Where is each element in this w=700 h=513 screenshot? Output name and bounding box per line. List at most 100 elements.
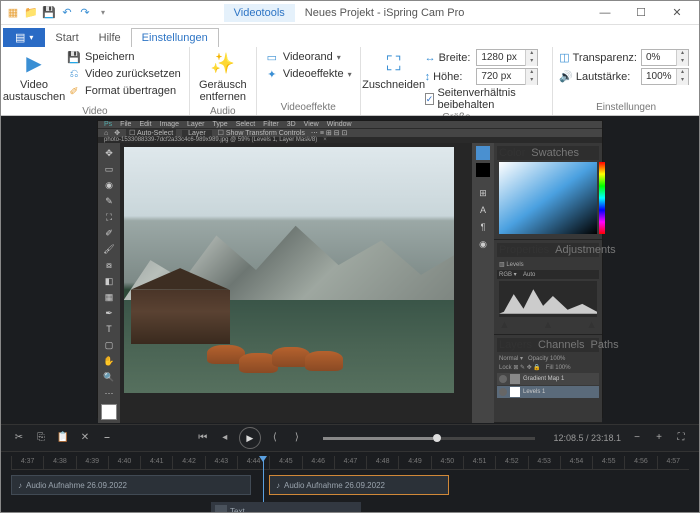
ribbon-group-videoeffekte: ▭Videorand▾ ✦Videoeffekte▾ Videoeffekte (257, 47, 361, 115)
swatch-black[interactable] (476, 163, 490, 177)
ps-menu-layer[interactable]: Layer (187, 121, 205, 128)
qat-dropdown-icon[interactable]: ▾ (95, 5, 111, 21)
video-zurucksetzen-button[interactable]: ⎌Video zurücksetzen (65, 66, 183, 82)
ps-stamp-tool[interactable]: ⧇ (102, 258, 116, 272)
ribbon-group-audio-effekte: ✨ Geräusch entfernen Audio Effekte (190, 47, 257, 115)
undo-icon[interactable]: ↶ (59, 5, 75, 21)
text-track[interactable]: Text (11, 500, 689, 512)
video-austauschen-button[interactable]: ▶ Video austauschen (7, 49, 61, 105)
ps-histogram[interactable] (499, 281, 597, 317)
scrub-bar[interactable] (323, 437, 536, 440)
ps-text-tool[interactable]: T (102, 322, 116, 336)
ps-eraser-tool[interactable]: ◧ (102, 274, 116, 288)
ps-foreground-color[interactable] (101, 404, 117, 420)
gerausch-entfernen-button[interactable]: ✨ Geräusch entfernen (196, 49, 250, 105)
zoom-in-button[interactable]: + (651, 430, 667, 446)
ps-menu-edit[interactable]: Edit (139, 121, 151, 128)
ps-menu-file[interactable]: File (120, 121, 131, 128)
ps-canvas[interactable] (120, 143, 472, 423)
transparency-icon: ◫ (559, 51, 569, 64)
timeline-ruler[interactable]: 4:37 4:38 4:39 4:40 4:41 4:42 4:43 4:44 … (11, 456, 689, 470)
ps-move-tool[interactable]: ✥ (102, 146, 116, 160)
ps-menu-view[interactable]: View (304, 121, 319, 128)
ps-menu-type[interactable]: Type (213, 121, 228, 128)
ps-menu-3d[interactable]: 3D (287, 121, 296, 128)
ps-more-icon[interactable]: ⋯ (102, 386, 116, 400)
ps-panel-icon[interactable]: ◉ (476, 237, 490, 251)
ps-gradient-tool[interactable]: ▦ (102, 290, 116, 304)
ps-panel-icon[interactable]: ⊞ (476, 186, 490, 200)
step-fwd-button[interactable]: ⟩ (289, 430, 305, 446)
audio-clip[interactable]: ♪Audio Aufnahme 26.09.2022 (11, 475, 251, 495)
videoeffekte-button[interactable]: ✦Videoeffekte▾ (263, 66, 354, 82)
play-button[interactable]: ▶ (239, 427, 261, 449)
ps-panel-icon[interactable]: A (476, 203, 490, 217)
ps-layer-row[interactable]: Levels 1 (497, 386, 599, 398)
ps-wand-tool[interactable]: ✎ (102, 194, 116, 208)
ps-hand-tool[interactable]: ✋ (102, 354, 116, 368)
audio-clip-selected[interactable]: ♪Audio Aufnahme 26.09.2022 (269, 475, 449, 495)
audio-track[interactable]: ♪Audio Aufnahme 26.09.2022 ♪Audio Aufnah… (11, 474, 689, 496)
ps-eyedropper-tool[interactable]: ✐ (102, 226, 116, 240)
ps-marquee-tool[interactable]: ▭ (102, 162, 116, 176)
eye-icon[interactable] (499, 375, 507, 383)
lautstarke-input[interactable]: 100%▴▾ (641, 68, 689, 85)
ps-layer-row[interactable]: Gradient Map 1 (497, 373, 599, 385)
swatch-blue[interactable] (476, 146, 490, 160)
ps-shape-tool[interactable]: ▢ (102, 338, 116, 352)
paste-button[interactable]: 📋 (55, 430, 71, 446)
ps-panel-icon[interactable]: ¶ (476, 220, 490, 234)
ps-zoom-tool[interactable]: 🔍 (102, 370, 116, 384)
ps-toolbar: ✥ ▭ ◉ ✎ ⛶ ✐ 🖌 ⧇ ◧ ▦ ✒ T ▢ ✋ 🔍 ⋯ (98, 143, 120, 423)
tab-start[interactable]: Start (45, 29, 88, 47)
tab-hilfe[interactable]: Hilfe (89, 29, 131, 47)
skip-start-button[interactable]: ⏮ (195, 430, 211, 446)
ps-crop-tool[interactable]: ⛶ (102, 210, 116, 224)
zoom-out-button[interactable]: − (629, 430, 645, 446)
maximize-button[interactable]: ☐ (623, 1, 659, 25)
delete-button[interactable]: ✕ (77, 430, 93, 446)
ps-menu-image[interactable]: Image (160, 121, 179, 128)
tab-einstellungen[interactable]: Einstellungen (131, 28, 219, 47)
save-icon[interactable]: 💾 (41, 5, 57, 21)
speichern-button[interactable]: 💾Speichern (65, 49, 183, 65)
minimize-button[interactable]: — (587, 1, 623, 25)
ps-color-picker[interactable] (499, 162, 597, 234)
copy-button[interactable]: ⎘ (33, 430, 49, 446)
file-menu-button[interactable]: ▤▾ (3, 28, 45, 47)
video-swap-icon: ▶ (21, 51, 47, 77)
volume-icon: 🔊 (559, 70, 573, 83)
transparenz-input[interactable]: 0%▴▾ (641, 49, 689, 66)
crop-icon: ⛶ (381, 51, 407, 77)
ps-home-icon[interactable]: ⌂ (104, 130, 108, 137)
ratio-checkbox[interactable]: ✓ (425, 93, 435, 105)
eye-icon[interactable] (499, 388, 507, 396)
timecode: 12:08.5 / 23:18.1 (553, 433, 621, 443)
text-clip[interactable]: Text (211, 502, 361, 512)
prev-frame-button[interactable]: ◂ (217, 430, 233, 446)
close-button[interactable]: ✕ (659, 1, 695, 25)
embedded-photoshop-window: Ps File Edit Image Layer Type Select Fil… (97, 120, 603, 418)
format-ubertragen-button[interactable]: ✐Format übertragen (65, 83, 183, 99)
ps-brush-tool[interactable]: 🖌 (102, 242, 116, 256)
ps-pen-tool[interactable]: ✒ (102, 306, 116, 320)
ps-hue-slider[interactable] (599, 162, 605, 234)
zoom-fit-button[interactable]: ⛶ (673, 430, 689, 446)
ps-menu-filter[interactable]: Filter (263, 121, 279, 128)
videorand-button[interactable]: ▭Videorand▾ (263, 49, 354, 65)
step-back-button[interactable]: ⟨ (267, 430, 283, 446)
ps-menu-select[interactable]: Select (236, 121, 255, 128)
redo-icon[interactable]: ↷ (77, 5, 93, 21)
split-button[interactable]: ⎯ (99, 430, 115, 446)
reset-icon: ⎌ (67, 67, 81, 81)
new-icon[interactable]: ▦ (5, 5, 21, 21)
ps-menu-window[interactable]: Window (327, 121, 352, 128)
ps-panels: ColorSwatches PropertiesAdjustments ▥ Le… (494, 143, 602, 423)
hohe-input[interactable]: 720 px▴▾ (476, 68, 538, 85)
ps-lasso-tool[interactable]: ◉ (102, 178, 116, 192)
breite-input[interactable]: 1280 px▴▾ (476, 49, 538, 66)
zuschneiden-button[interactable]: ⛶ Zuschneiden (367, 49, 421, 93)
cut-button[interactable]: ✂ (11, 430, 27, 446)
lautstarke-label: Lautstärke: (576, 71, 630, 83)
open-icon[interactable]: 📁 (23, 5, 39, 21)
